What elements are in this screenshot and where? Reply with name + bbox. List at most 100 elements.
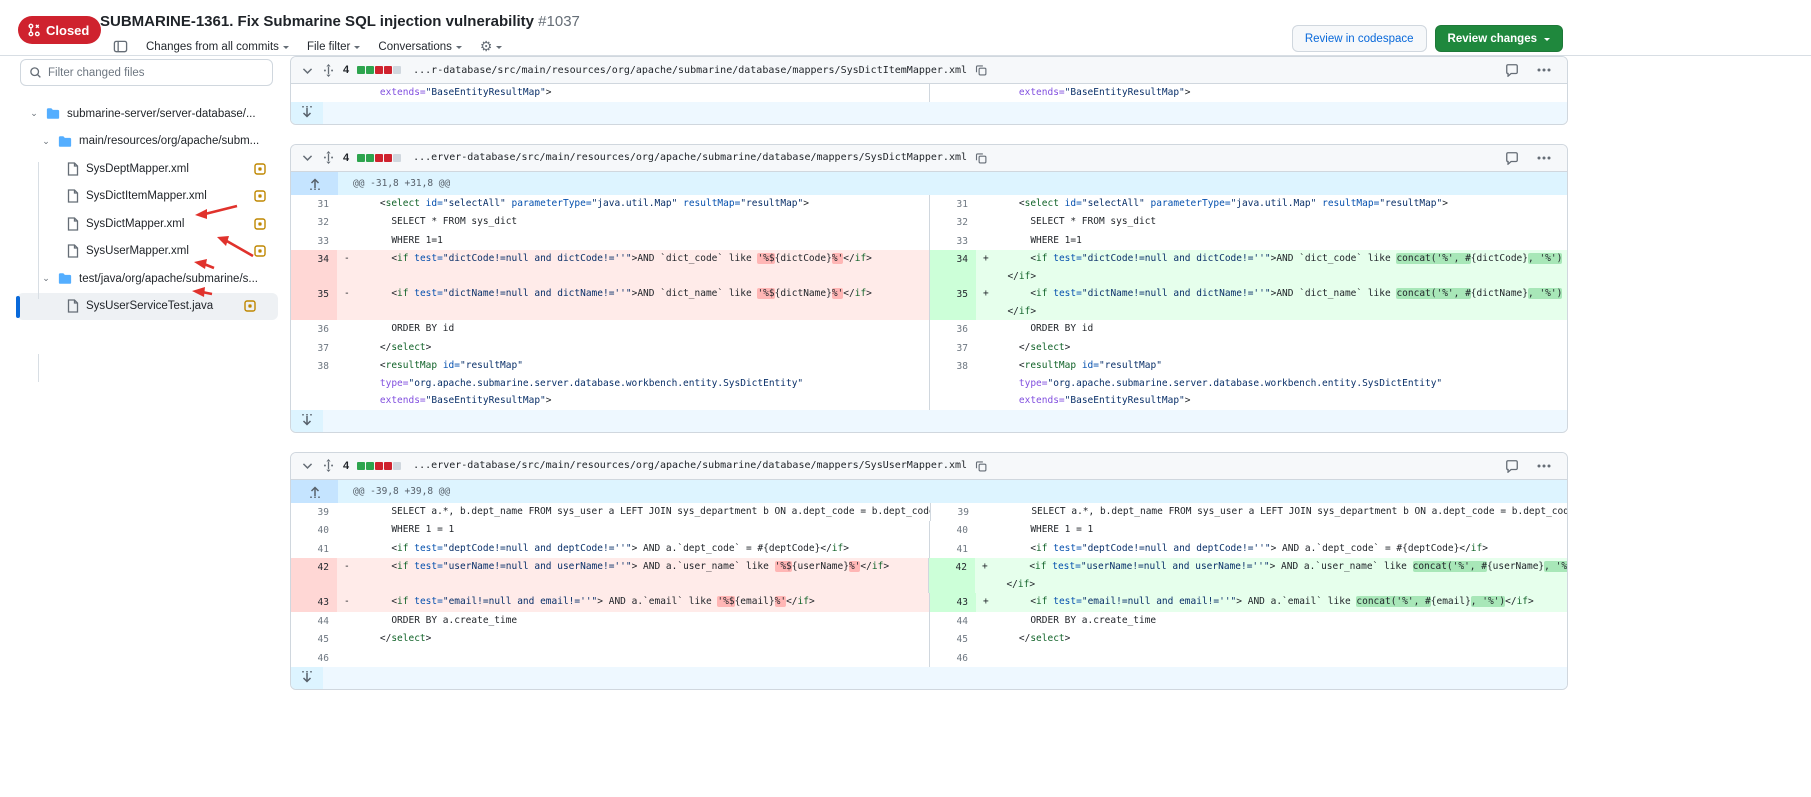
copy-path-icon[interactable] [975, 152, 987, 164]
expand-down-button[interactable] [291, 667, 323, 689]
line-number[interactable]: 33 [930, 232, 976, 251]
changes-from-dropdown[interactable]: Changes from all commits [146, 41, 289, 53]
tree-file-sysuserservicetest-java[interactable]: SysUserServiceTest.java [17, 293, 278, 321]
line-number[interactable]: 39 [291, 503, 337, 522]
line-number[interactable]: 39 [931, 503, 977, 522]
sidebar-toggle-icon[interactable] [113, 39, 128, 54]
diff-settings-dropdown[interactable]: ⚙ [480, 38, 503, 55]
file-filter-input[interactable] [48, 67, 264, 79]
line-number[interactable]: 44 [291, 612, 337, 631]
drag-handle-icon[interactable] [322, 64, 335, 77]
chevron-down-icon[interactable]: ⌄ [40, 273, 52, 284]
copy-path-icon[interactable] [975, 64, 987, 76]
line-number[interactable]: 32 [930, 213, 976, 232]
tree-file-sysusermapper-xml[interactable]: SysUserMapper.xml [0, 238, 288, 266]
code-segment: < [996, 288, 1036, 299]
copy-path-icon[interactable] [975, 460, 987, 472]
line-number[interactable]: 43 [930, 593, 976, 612]
line-number[interactable]: 45 [291, 630, 337, 649]
code-line: <if test="userName!=null and userName!='… [357, 558, 928, 576]
line-number[interactable] [291, 84, 337, 102]
line-number[interactable]: 35 [291, 285, 337, 320]
expand-up-button[interactable] [291, 480, 338, 503]
line-number[interactable]: 37 [930, 339, 976, 358]
line-number[interactable]: 35 [930, 285, 976, 320]
line-number[interactable]: 34 [291, 250, 337, 285]
line-number[interactable]: 32 [291, 213, 337, 232]
diff-side-old: 43- <if test="email!=null and email!=''"… [291, 593, 929, 612]
line-number[interactable]: 46 [930, 649, 976, 668]
code-segment: > [1030, 271, 1036, 282]
diffstat-block-del [384, 66, 392, 74]
kebab-menu-icon[interactable] [1537, 464, 1551, 468]
file-filter-dropdown[interactable]: File filter [307, 41, 360, 53]
expand-down-button[interactable] [291, 102, 323, 124]
code-segment: '%$ [757, 288, 774, 299]
expand-down-button[interactable] [291, 410, 323, 432]
file-header: 4...erver-database/src/main/resources/or… [291, 453, 1567, 480]
line-number[interactable]: 38 [930, 357, 976, 410]
line-number[interactable]: 41 [291, 540, 337, 559]
code-cell: WHERE 1 = 1 [996, 521, 1567, 540]
line-number[interactable]: 37 [291, 339, 337, 358]
line-number[interactable]: 45 [930, 630, 976, 649]
line-number[interactable]: 44 [930, 612, 976, 631]
code-segment: "email!=null and email!=''" [443, 596, 597, 607]
tree-guide-line [38, 354, 39, 382]
tree-folder-submarine-server-server-databa[interactable]: ⌄submarine-server/server-database/... [0, 100, 288, 128]
chevron-down-icon[interactable]: ⌄ [40, 136, 52, 147]
code-segment: resultMap [386, 360, 437, 371]
comment-icon[interactable] [1505, 63, 1519, 77]
line-number[interactable]: 41 [930, 540, 976, 559]
code-segment: > [866, 288, 872, 299]
kebab-menu-icon[interactable] [1537, 68, 1551, 72]
line-number[interactable]: 40 [930, 521, 976, 540]
collapse-file-button[interactable] [301, 151, 314, 164]
tree-folder-main-resources-org-apache-subm[interactable]: ⌄ main/resources/org/apache/subm... [0, 128, 288, 156]
chevron-down-icon[interactable]: ⌄ [28, 108, 40, 119]
file-path[interactable]: ...r-database/src/main/resources/org/apa… [413, 65, 967, 76]
drag-handle-icon[interactable] [322, 459, 335, 472]
drag-handle-icon[interactable] [322, 151, 335, 164]
review-changes-button[interactable]: Review changes [1435, 25, 1563, 52]
line-number[interactable]: 34 [930, 250, 976, 285]
line-number[interactable]: 42 [291, 558, 337, 593]
line-number[interactable]: 36 [930, 320, 976, 339]
file-filter-box[interactable] [20, 59, 273, 86]
line-number[interactable]: 36 [291, 320, 337, 339]
line-number[interactable] [930, 84, 976, 102]
chevron-down-icon [354, 46, 360, 52]
review-in-codespace-button[interactable]: Review in codespace [1292, 25, 1427, 52]
line-number[interactable]: 42 [929, 558, 975, 593]
kebab-menu-icon[interactable] [1537, 156, 1551, 160]
conversations-dropdown[interactable]: Conversations [378, 41, 462, 53]
diff-marker [976, 649, 996, 668]
tree-file-sysdeptmapper-xml[interactable]: SysDeptMapper.xml [0, 155, 288, 183]
collapse-file-button[interactable] [301, 459, 314, 472]
line-number[interactable]: 31 [930, 195, 976, 214]
tree-folder-test-java-org-apache-submarine[interactable]: ⌄test/java/org/apache/submarine/s... [0, 265, 288, 293]
diff-marker [977, 503, 997, 522]
file-path[interactable]: ...erver-database/src/main/resources/org… [413, 460, 967, 471]
collapse-file-button[interactable] [301, 64, 314, 77]
tree-file-sysdictitemmapper-xml[interactable]: SysDictItemMapper.xml [0, 183, 288, 211]
comment-icon[interactable] [1505, 459, 1519, 473]
expand-up-button[interactable] [291, 172, 338, 195]
code-line [996, 649, 1567, 667]
line-number[interactable]: 33 [291, 232, 337, 251]
code-line: <resultMap id="resultMap" [996, 357, 1567, 375]
line-number[interactable]: 40 [291, 521, 337, 540]
line-number[interactable]: 38 [291, 357, 337, 410]
tree-item-label: main/resources/org/apache/subm... [79, 135, 259, 147]
code-line: extends="BaseEntityResultMap"> [357, 84, 929, 102]
tree-file-sysdictmapper-xml[interactable]: SysDictMapper.xml [0, 210, 288, 238]
code-segment: if [1019, 271, 1030, 282]
file-path[interactable]: ...erver-database/src/main/resources/org… [413, 152, 967, 163]
comment-icon[interactable] [1505, 151, 1519, 165]
line-number[interactable]: 46 [291, 649, 337, 668]
line-number[interactable]: 31 [291, 195, 337, 214]
code-segment: </ [996, 271, 1019, 282]
file-header: 4...erver-database/src/main/resources/or… [291, 145, 1567, 172]
code-segment: select [391, 342, 425, 353]
line-number[interactable]: 43 [291, 593, 337, 612]
